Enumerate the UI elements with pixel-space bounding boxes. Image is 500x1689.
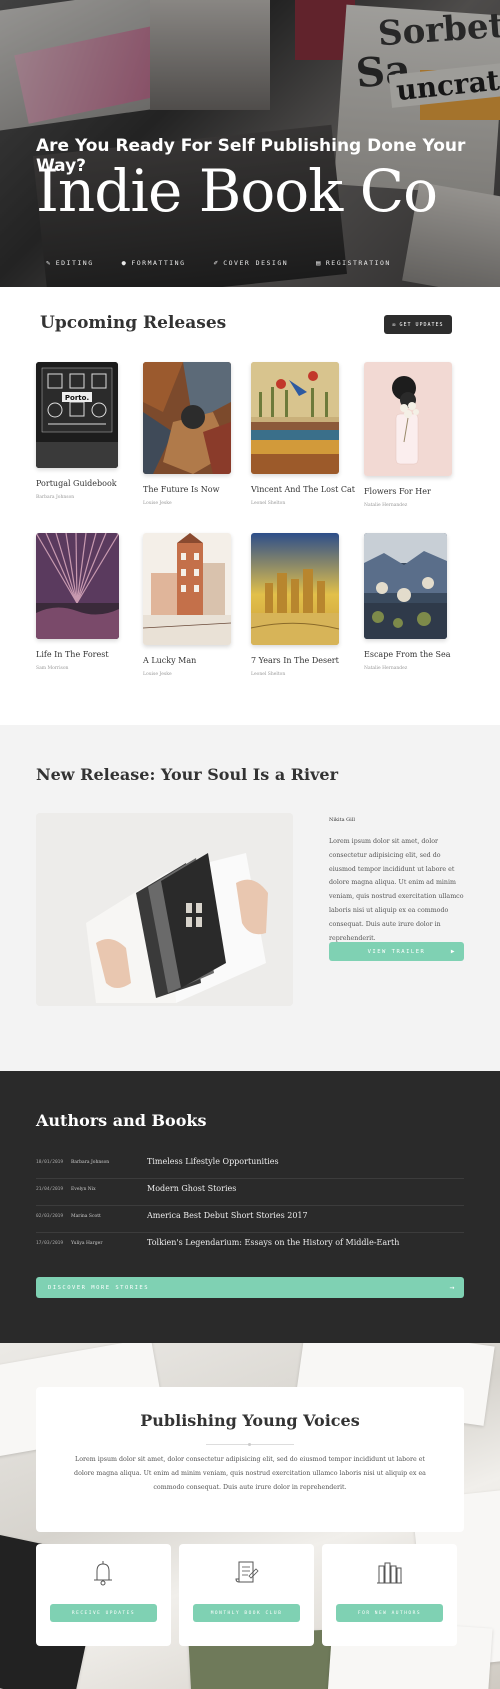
author-name: Evelyn Nix <box>71 1187 96 1192</box>
intro-card: Publishing Young Voices Lorem ipsum dolo… <box>36 1387 464 1532</box>
book-link[interactable]: Tolkien's Legendarium: Essays on the His… <box>147 1238 399 1247</box>
book-cover: Porto. <box>36 362 118 468</box>
feature-card: FOR NEW AUTHORS <box>322 1544 457 1646</box>
book-cover <box>143 362 231 474</box>
book-author: Natalie Hernandez <box>364 503 408 508</box>
button-label: MONTHLY BOOK CLUB <box>210 1610 283 1616</box>
service-label: REGISTRATION <box>325 259 391 267</box>
list-item[interactable]: 21/04/2019 Evelyn Nix Modern Ghost Stori… <box>36 1179 464 1206</box>
pencil-icon: ✎ <box>46 259 52 267</box>
section-text: Lorem ipsum dolor sit amet, dolor consec… <box>74 1456 426 1491</box>
book-author: Barbara Johnson <box>36 495 75 500</box>
book-link[interactable]: America Best Debut Short Stories 2017 <box>147 1211 308 1220</box>
authors-section: Authors and Books 18/01/2019 Barbara Joh… <box>0 1071 500 1343</box>
button-label: DISCOVER MORE STORIES <box>48 1284 150 1291</box>
receive-updates-button[interactable]: RECEIVE UPDATES <box>50 1604 157 1622</box>
feature-card: MONTHLY BOOK CLUB <box>179 1544 314 1646</box>
for-new-authors-button[interactable]: FOR NEW AUTHORS <box>336 1604 443 1622</box>
book-title: The Future Is Now <box>143 485 220 494</box>
young-voices-section: Publishing Young Voices Lorem ipsum dolo… <box>0 1343 500 1689</box>
hero-banner: Sa Sorbet uncrate Are You Ready For Self… <box>0 0 500 287</box>
book-author: Sam Morrison <box>36 666 69 671</box>
entry-date: 17/03/2019 <box>36 1241 64 1246</box>
upcoming-releases: Upcoming Releases ✉ GET UPDATES Porto. Po… <box>0 287 500 725</box>
bell-icon <box>94 1561 112 1586</box>
book-description: Lorem ipsum dolor sit amet, dolor consec… <box>329 838 464 942</box>
list-item[interactable]: 02/03/2019 Marina Scott America Best Deb… <box>36 1206 464 1233</box>
list-item[interactable]: 18/01/2019 Barbara Johnson Timeless Life… <box>36 1152 464 1179</box>
button-label: VIEW TRAILER <box>367 948 426 955</box>
book-cover <box>251 362 339 474</box>
scroll-icon <box>235 1561 259 1583</box>
book-author: Louise Jeske <box>143 672 172 677</box>
mail-icon: ✉ <box>392 321 397 328</box>
button-label: RECEIVE UPDATES <box>71 1610 136 1616</box>
author-name: Marina Scott <box>71 1214 101 1219</box>
book-title: Life In The Forest <box>36 650 109 659</box>
book-link[interactable]: Timeless Lifestyle Opportunities <box>147 1157 279 1166</box>
book-title: Portugal Guidebook <box>36 479 117 488</box>
book-link[interactable]: Modern Ghost Stories <box>147 1184 236 1193</box>
service-links: ✎ EDITING ● FORMATTING ✐ COVER DESIGN ▤ REGI… <box>46 259 391 267</box>
books-icon <box>377 1562 402 1584</box>
discover-more-button[interactable]: DISCOVER MORE STORIES → <box>36 1277 464 1298</box>
entry-date: 21/04/2019 <box>36 1187 64 1192</box>
monthly-book-club-button[interactable]: MONTHLY BOOK CLUB <box>193 1604 300 1622</box>
book-cover <box>251 533 339 645</box>
chat-icon: ● <box>121 259 128 267</box>
book-title: Flowers For Her <box>364 487 431 496</box>
service-label: COVER DESIGN <box>223 259 289 267</box>
view-trailer-button[interactable]: VIEW TRAILER ▶ <box>329 942 464 961</box>
section-title: Publishing Young Voices <box>140 1411 360 1430</box>
button-label: FOR NEW AUTHORS <box>357 1610 422 1616</box>
service-label: EDITING <box>55 259 94 267</box>
author-name: Barbara Johnson <box>71 1160 110 1165</box>
arrow-right-icon: → <box>449 1283 456 1292</box>
card-icon: ▤ <box>316 259 322 267</box>
book-author: Leonel Shelton <box>251 501 286 506</box>
hero-title: Indie Book Co <box>36 157 438 225</box>
book-author: Natalie Hernandez <box>364 666 408 671</box>
play-icon: ▶ <box>450 948 456 955</box>
service-label: FORMATTING <box>131 259 186 267</box>
button-label: GET UPDATES <box>399 321 444 328</box>
book-title: Escape From the Sea <box>364 650 451 659</box>
section-title: New Release: Your Soul Is a River <box>36 765 339 784</box>
service-link-editing[interactable]: ✎ EDITING <box>46 259 94 267</box>
book-cover <box>36 533 119 639</box>
book-cover <box>364 362 452 476</box>
divider <box>206 1443 294 1446</box>
feature-card: RECEIVE UPDATES <box>36 1544 171 1646</box>
section-title: Authors and Books <box>36 1111 207 1130</box>
author-name: Yuliya Harger <box>71 1241 103 1246</box>
service-link-registration[interactable]: ▤ REGISTRATION <box>316 259 391 267</box>
book-photo <box>36 813 293 1006</box>
service-link-formatting[interactable]: ● FORMATTING <box>122 259 186 267</box>
book-cover <box>364 533 447 639</box>
book-title: Vincent And The Lost Cat <box>251 485 355 494</box>
list-item[interactable]: 17/03/2019 Yuliya Harger Tolkien's Legen… <box>36 1233 464 1260</box>
section-title: Upcoming Releases <box>40 313 227 333</box>
book-author: Leonel Shelton <box>251 672 286 677</box>
get-updates-button[interactable]: ✉ GET UPDATES <box>384 315 452 334</box>
book-title: A Lucky Man <box>143 656 197 665</box>
entry-date: 02/03/2019 <box>36 1214 64 1219</box>
new-release-section: New Release: Your Soul Is a River Nikita… <box>0 725 500 1071</box>
book-author: Nikita Gill <box>329 817 355 823</box>
entry-date: 18/01/2019 <box>36 1160 64 1165</box>
brush-icon: ✐ <box>213 259 220 267</box>
service-link-cover-design[interactable]: ✐ COVER DESIGN <box>213 259 288 267</box>
book-cover <box>143 533 231 645</box>
book-author: Louise Jeske <box>143 501 172 506</box>
svg-text:Porto.: Porto. <box>65 394 89 402</box>
book-title: 7 Years In The Desert <box>251 656 339 665</box>
